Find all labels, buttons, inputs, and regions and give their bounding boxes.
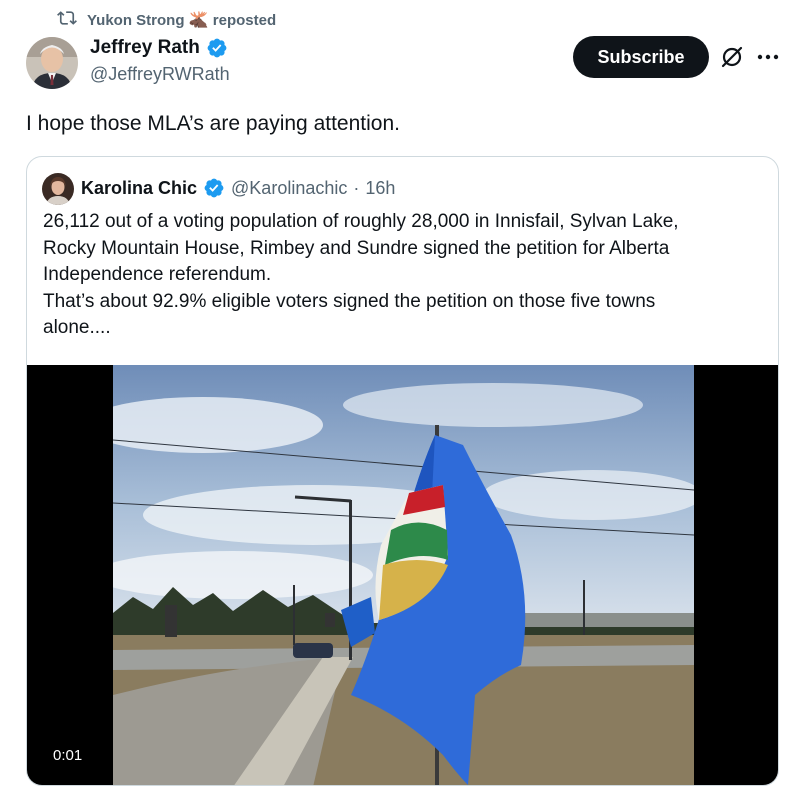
quoted-verified-badge-icon [203, 177, 225, 199]
repost-icon [57, 8, 77, 32]
quoted-text-line: Rocky Mountain House, Rimbey and Sundre … [43, 237, 670, 259]
quoted-tweet-text: 26,112 out of a voting population of rou… [43, 209, 763, 342]
quoted-timestamp[interactable]: 16h [365, 178, 395, 199]
repost-suffix: reposted [212, 12, 277, 29]
slashed-circle-icon[interactable] [719, 44, 745, 70]
more-dots-icon[interactable] [755, 44, 781, 70]
dot-separator: · [353, 177, 360, 198]
tweet-text: I hope those MLA’s are paying attention. [26, 112, 400, 135]
quoted-text-line: alone.... [43, 317, 111, 338]
repost-indicator[interactable]: Yukon Strong 🫎 reposted [57, 9, 276, 31]
quoted-author-avatar[interactable] [42, 173, 74, 205]
subscribe-button[interactable]: Subscribe [573, 36, 709, 78]
video-player[interactable]: 0:01 [27, 365, 778, 785]
author-handle[interactable]: @JeffreyRWRath [90, 64, 230, 85]
quoted-text-line: That’s about 92.9% eligible voters signe… [43, 290, 656, 312]
quoted-text-line: 26,112 out of a voting population of rou… [43, 211, 679, 232]
reposter-name[interactable]: Yukon Strong [87, 12, 185, 29]
author-name[interactable]: Jeffrey Rath [90, 37, 200, 59]
video-duration-badge: 0:01 [43, 743, 93, 768]
verified-badge-icon [206, 37, 228, 59]
quoted-author-name[interactable]: Karolina Chic [81, 178, 197, 199]
quoted-author-handle[interactable]: @Karolinachic [231, 178, 347, 199]
quoted-tweet-card[interactable]: Karolina Chic @Karolinachic · 16h 26,112… [26, 156, 779, 786]
moose-emoji: 🫎 [188, 12, 209, 29]
quoted-text-line: Independence referendum. [43, 264, 272, 285]
video-thumbnail [113, 365, 694, 785]
author-avatar[interactable] [26, 37, 78, 89]
